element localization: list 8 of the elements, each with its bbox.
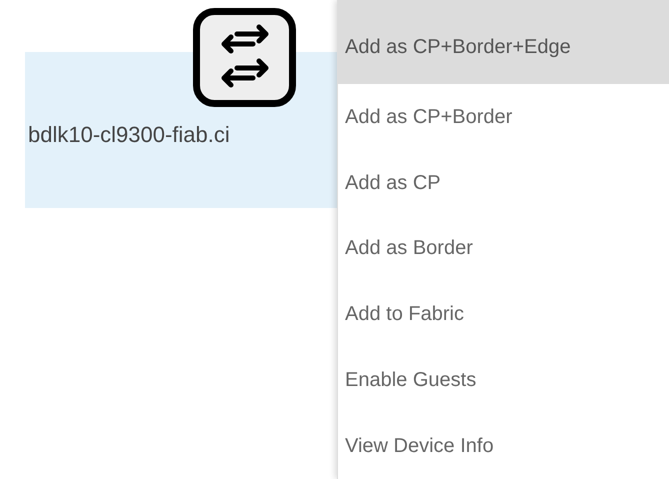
menu-item[interactable]: View Device Info (338, 413, 669, 479)
menu-item[interactable]: Add as CP+Border (338, 84, 669, 150)
menu-item[interactable]: Add as CP (338, 150, 669, 216)
menu-item[interactable]: Enable Guests (338, 347, 669, 414)
device-name: bdlk10-cl9300-fiab.ci (28, 122, 230, 147)
menu-item[interactable]: Add to Fabric (338, 281, 669, 348)
menu-item[interactable]: Add as Border (338, 216, 669, 282)
menu-item[interactable]: Add as CP+Border+Edge (338, 0, 669, 84)
